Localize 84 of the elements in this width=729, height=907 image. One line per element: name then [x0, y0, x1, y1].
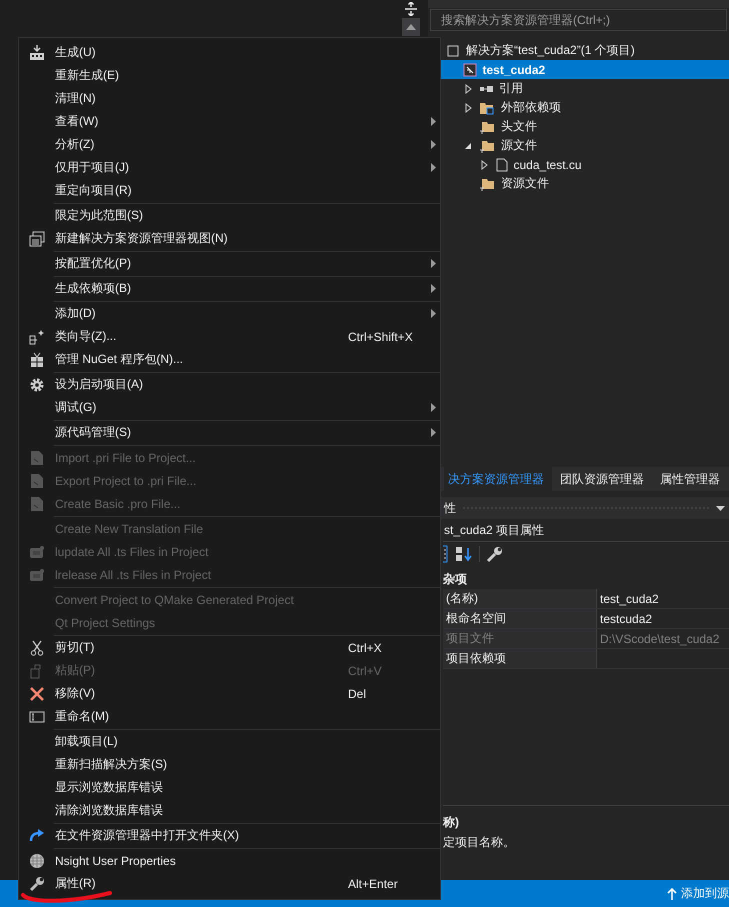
- wrench-icon: [29, 876, 45, 892]
- shortcut-label: Alt+Enter: [348, 876, 399, 890]
- close-icon: [30, 686, 44, 700]
- menu-item[interactable]: 类向导(Z)... Ctrl+Shift+X: [19, 325, 440, 348]
- menu-item[interactable]: 源代码管理(S): [19, 421, 440, 444]
- menu-item[interactable]: 管理 NuGet 程序包(N)...: [19, 348, 440, 371]
- search-field[interactable]: 搜索解决方案资源管理器(Ctrl+;): [430, 9, 727, 31]
- curved-arrow-icon: [29, 828, 45, 842]
- document-icon: [29, 472, 45, 488]
- project-icon: [462, 62, 476, 76]
- collapsed-arrow-icon[interactable]: [464, 102, 472, 112]
- file-icon: [496, 158, 508, 172]
- menu-item[interactable]: 属性(R) Alt+Enter: [19, 872, 440, 895]
- menu-item[interactable]: 新建解决方案资源管理器视图(N): [19, 227, 440, 250]
- document-icon: [29, 450, 45, 466]
- tree-item-label: 解决方案“test_cuda2”(1 个项目): [465, 42, 635, 59]
- split-icon[interactable]: [404, 2, 418, 16]
- tree-item-label: 外部依赖项: [500, 99, 561, 116]
- folder-icon: [479, 120, 495, 134]
- categorized-icon[interactable]: [443, 545, 449, 563]
- menu-item[interactable]: 设为启动项目(A): [19, 373, 440, 396]
- globe-icon: [29, 852, 45, 868]
- panel-tab[interactable]: 团队资源管理器: [552, 467, 652, 491]
- property-value[interactable]: testcuda2: [600, 612, 652, 626]
- panel-title: 性: [444, 500, 456, 516]
- up-arrow-icon: [406, 24, 416, 30]
- package-icon: [29, 352, 45, 368]
- wrench-icon[interactable]: [486, 545, 504, 563]
- status-text[interactable]: 添加到源: [681, 885, 729, 902]
- collapsed-arrow-icon[interactable]: [464, 84, 472, 94]
- menu-item[interactable]: 重命名(M): [19, 705, 440, 728]
- gear-icon: [29, 376, 45, 392]
- shortcut-label: Ctrl+Shift+X: [348, 330, 414, 344]
- menu-item[interactable]: 显示浏览数据库错误: [19, 776, 440, 799]
- description-title: 称): [443, 814, 460, 831]
- menu-item[interactable]: 重新扫描解决方案(S): [19, 753, 440, 776]
- tree-item-label: cuda_test.cu: [512, 158, 582, 172]
- rename-icon: [29, 710, 45, 722]
- property-name: 项目依赖项: [443, 649, 597, 668]
- menu-item[interactable]: 添加(D): [19, 302, 440, 325]
- tree-item-label: test_cuda2: [482, 62, 546, 76]
- scissors-icon: [30, 640, 44, 656]
- menu-item[interactable]: 剪切(T) Ctrl+X: [19, 636, 440, 659]
- build-icon: [29, 44, 45, 60]
- collapsed-arrow-icon[interactable]: [481, 160, 488, 170]
- panel-tab[interactable]: 属性管理器: [652, 467, 728, 491]
- property-name: 项目文件: [443, 629, 597, 648]
- menu-item[interactable]: 按配置优化(P): [19, 252, 440, 275]
- menu-item[interactable]: 清除浏览数据库错误: [19, 799, 440, 822]
- expanded-arrow-icon[interactable]: [464, 142, 472, 150]
- dropdown-icon[interactable]: [716, 506, 725, 510]
- object-name: st_cuda2 项目属性: [443, 519, 729, 542]
- menu-item[interactable]: 调试(G): [19, 396, 440, 419]
- shortcut-label: Del: [348, 686, 368, 700]
- scroll-up-button[interactable]: [402, 18, 420, 36]
- category-label: 杂项: [443, 570, 468, 588]
- menu-item[interactable]: Nsight User Properties: [19, 849, 440, 872]
- description-text: 定项目名称。: [443, 834, 516, 851]
- tree-item-label: 引用: [498, 80, 523, 97]
- tree-item-label: 资源文件: [500, 175, 549, 192]
- tree-item-label: 源文件: [500, 137, 537, 154]
- shortcut-label: Ctrl+X: [348, 640, 383, 654]
- menu-item[interactable]: 在文件资源管理器中打开文件夹(X): [19, 824, 440, 847]
- solution-icon: [446, 44, 460, 58]
- property-name: 根命名空间: [443, 609, 597, 628]
- menu-item[interactable]: 移除(V) Del: [19, 682, 440, 705]
- menu-item[interactable]: 生成依赖项(B): [19, 277, 440, 300]
- sort-icon[interactable]: [455, 546, 473, 562]
- menu-item[interactable]: 卸载项目(L): [19, 730, 440, 753]
- property-name: (名称): [443, 589, 597, 608]
- tag-icon: [29, 568, 45, 582]
- folder-icon: [479, 138, 495, 152]
- sparkle-icon: [29, 328, 45, 344]
- shortcut-label: Ctrl+V: [348, 664, 383, 678]
- property-value[interactable]: test_cuda2: [600, 592, 659, 606]
- folder-icon: [479, 176, 495, 190]
- document-icon: [29, 496, 45, 512]
- folder-icon: [479, 100, 495, 114]
- tree-item-label: 头文件: [500, 118, 537, 135]
- window-icon: [29, 230, 45, 246]
- tag-icon: [29, 544, 45, 558]
- panel-tab[interactable]: 决方案资源管理器: [444, 467, 552, 491]
- menu-item[interactable]: 限定为此范围(S): [19, 204, 440, 227]
- upload-arrow-icon[interactable]: [667, 888, 677, 900]
